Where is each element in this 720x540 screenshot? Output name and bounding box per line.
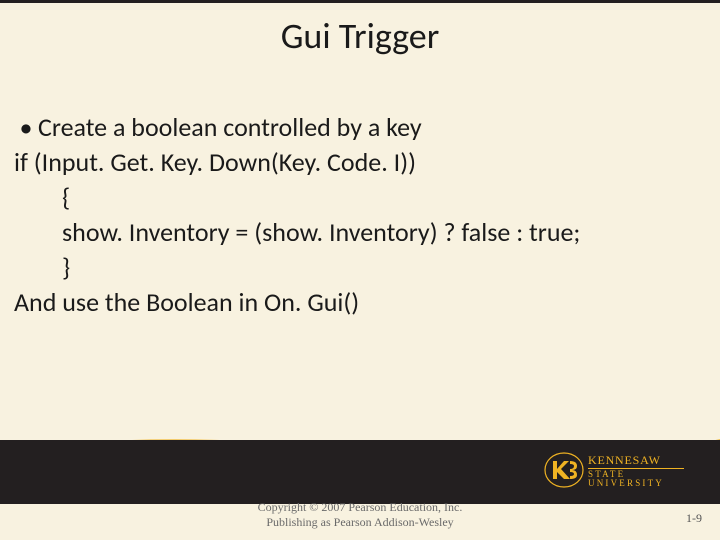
code-line-5: And use the Boolean in On. Gui() (14, 285, 706, 320)
code-line-3: show. Inventory = (show. Inventory) ? fa… (14, 215, 706, 250)
ksu-name: KENNESAW (588, 454, 694, 466)
ksu-logo: KENNESAW STATE UNIVERSITY (544, 448, 694, 492)
copyright-line-1: Copyright © 2007 Pearson Education, Inc. (0, 500, 720, 515)
ksu-sub: STATE UNIVERSITY (588, 470, 694, 488)
copyright-line-2: Publishing as Pearson Addison-Wesley (0, 515, 720, 530)
page-number: 1-9 (686, 511, 702, 526)
code-line-4: } (14, 250, 706, 285)
ksu-logo-text: KENNESAW STATE UNIVERSITY (588, 454, 694, 488)
code-line-2: { (14, 180, 706, 215)
ksu-crest-icon (544, 452, 584, 488)
code-line-1: if (Input. Get. Key. Down(Key. Code. I)) (14, 145, 706, 180)
slide-title: Gui Trigger (0, 0, 720, 58)
bullet-dot-icon: • (14, 110, 38, 145)
bullet-item: • Create a boolean controlled by a key (14, 110, 706, 145)
slide-content: • Create a boolean controlled by a key i… (14, 110, 706, 321)
copyright-block: Copyright © 2007 Pearson Education, Inc.… (0, 500, 720, 530)
bullet-text: Create a boolean controlled by a key (38, 110, 422, 145)
top-border (0, 0, 720, 3)
